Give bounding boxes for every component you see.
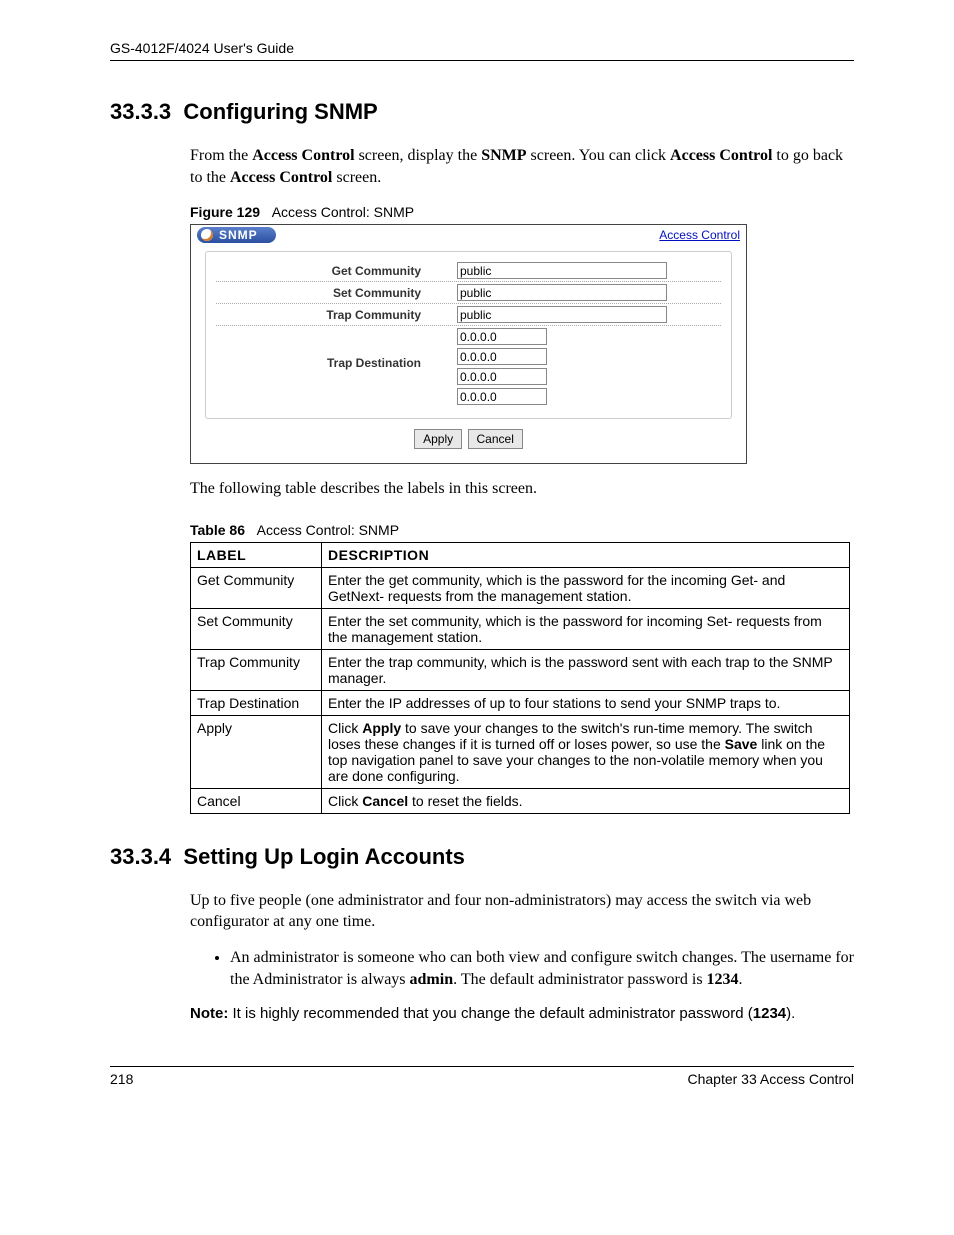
snmp-topbar: SNMP Access Control bbox=[191, 225, 746, 245]
row-set-community: Set Community bbox=[216, 282, 721, 304]
label-trap-destination: Trap Destination bbox=[216, 328, 457, 370]
col-label: LABEL bbox=[191, 542, 322, 567]
table-caption: Table 86 Access Control: SNMP bbox=[190, 522, 854, 538]
label-get-community: Get Community bbox=[216, 264, 457, 278]
guide-title: GS-4012F/4024 User's Guide bbox=[110, 40, 294, 56]
snmp-tab[interactable]: SNMP bbox=[197, 227, 276, 243]
input-trap-dest-2[interactable] bbox=[457, 348, 547, 365]
snmp-form-box: Get Community Set Community Trap Communi… bbox=[205, 251, 732, 419]
section1-intro: From the Access Control screen, display … bbox=[190, 145, 854, 188]
col-description: DESCRIPTION bbox=[322, 542, 850, 567]
table-header-row: LABEL DESCRIPTION bbox=[191, 542, 850, 567]
snmp-button-row: Apply Cancel bbox=[205, 419, 732, 453]
input-set-community[interactable] bbox=[457, 284, 667, 301]
input-get-community[interactable] bbox=[457, 262, 667, 279]
section-heading-logins: 33.3.4 Setting Up Login Accounts bbox=[110, 844, 854, 870]
row-get-community: Get Community bbox=[216, 260, 721, 282]
page-header: GS-4012F/4024 User's Guide bbox=[110, 40, 854, 61]
access-control-link[interactable]: Access Control bbox=[659, 228, 740, 242]
input-trap-dest-3[interactable] bbox=[457, 368, 547, 385]
snmp-description-table: LABEL DESCRIPTION Get CommunityEnter the… bbox=[190, 542, 850, 814]
admin-bullet-list: An administrator is someone who can both… bbox=[210, 947, 854, 990]
section2-intro: Up to five people (one administrator and… bbox=[190, 890, 854, 933]
table-row-cancel: Cancel Click Cancel to reset the fields. bbox=[191, 788, 850, 813]
apply-button[interactable]: Apply bbox=[414, 429, 462, 449]
snmp-screenshot: SNMP Access Control Get Community Set Co… bbox=[190, 224, 747, 464]
after-figure-text: The following table describes the labels… bbox=[190, 478, 854, 500]
table-row-apply: Apply Click Apply to save your changes t… bbox=[191, 715, 850, 788]
section-heading-snmp: 33.3.3 Configuring SNMP bbox=[110, 99, 854, 125]
input-trap-community[interactable] bbox=[457, 306, 667, 323]
row-trap-community: Trap Community bbox=[216, 304, 721, 326]
row-trap-destination: Trap Destination bbox=[216, 326, 721, 410]
cancel-button[interactable]: Cancel bbox=[468, 429, 523, 449]
table-row: Get CommunityEnter the get community, wh… bbox=[191, 567, 850, 608]
table-row: Trap CommunityEnter the trap community, … bbox=[191, 649, 850, 690]
page-number: 218 bbox=[110, 1071, 133, 1087]
table-row: Trap DestinationEnter the IP addresses o… bbox=[191, 690, 850, 715]
figure-caption: Figure 129 Access Control: SNMP bbox=[190, 204, 854, 220]
password-note: Note: It is highly recommended that you … bbox=[190, 1004, 854, 1024]
label-trap-community: Trap Community bbox=[216, 308, 457, 322]
input-trap-dest-1[interactable] bbox=[457, 328, 547, 345]
label-set-community: Set Community bbox=[216, 286, 457, 300]
admin-bullet: An administrator is someone who can both… bbox=[230, 947, 854, 990]
table-row: Set CommunityEnter the set community, wh… bbox=[191, 608, 850, 649]
input-trap-dest-4[interactable] bbox=[457, 388, 547, 405]
chapter-label: Chapter 33 Access Control bbox=[687, 1071, 854, 1087]
page-footer: 218 Chapter 33 Access Control bbox=[110, 1066, 854, 1087]
